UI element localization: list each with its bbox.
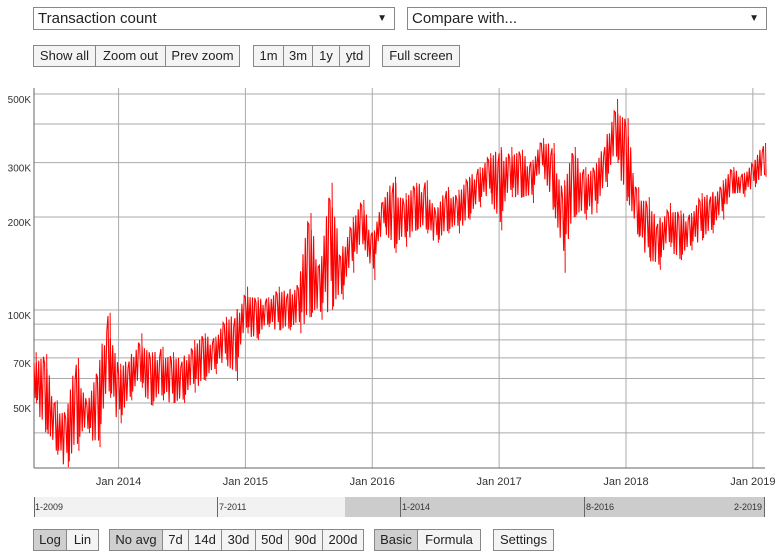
avg-30d-button[interactable]: 30d bbox=[222, 530, 256, 550]
navigator-unselected-range bbox=[34, 497, 345, 517]
navigator-label: 1-2009 bbox=[35, 502, 64, 512]
avg-200d-button[interactable]: 200d bbox=[323, 530, 363, 550]
metric-select[interactable]: Transaction count ▼ bbox=[33, 7, 395, 30]
avg-90d-button[interactable]: 90d bbox=[289, 530, 323, 550]
range-navigator[interactable]: 1-2009 7-2011 1-2014 8-2016 2-2019 bbox=[34, 497, 765, 517]
range-button-group: 1m 3m 1y ytd bbox=[253, 45, 370, 67]
y-tick-label: 100K bbox=[8, 311, 32, 322]
navigator-divider bbox=[764, 497, 765, 517]
formula-mode-button[interactable]: Formula bbox=[418, 530, 480, 550]
no-avg-button[interactable]: No avg bbox=[110, 530, 163, 550]
x-tick-label: Jan 2017 bbox=[477, 476, 522, 488]
show-all-button[interactable]: Show all bbox=[34, 46, 96, 66]
compare-select[interactable]: Compare with... ▼ bbox=[407, 7, 767, 30]
x-tick-label: Jan 2015 bbox=[223, 476, 268, 488]
y-tick-label: 200K bbox=[8, 218, 32, 229]
y-tick-label: 500K bbox=[8, 95, 32, 106]
zoom-out-button[interactable]: Zoom out bbox=[96, 46, 166, 66]
log-scale-button[interactable]: Log bbox=[34, 530, 67, 550]
average-button-group: No avg 7d 14d 30d 50d 90d 200d bbox=[109, 529, 364, 551]
x-tick-label: Jan 2019 bbox=[730, 476, 775, 488]
mode-button-group: Basic Formula bbox=[374, 529, 481, 551]
range-ytd-button[interactable]: ytd bbox=[340, 46, 369, 66]
range-1m-button[interactable]: 1m bbox=[254, 46, 284, 66]
zoom-button-group: Show all Zoom out Prev zoom bbox=[33, 45, 240, 67]
scale-button-group: Log Lin bbox=[33, 529, 99, 551]
fullscreen-group: Full screen bbox=[382, 45, 460, 67]
monthly-range-mark bbox=[765, 143, 767, 177]
basic-mode-button[interactable]: Basic bbox=[375, 530, 418, 550]
settings-group: Settings bbox=[493, 529, 554, 551]
navigator-divider bbox=[584, 497, 585, 517]
settings-button[interactable]: Settings bbox=[494, 530, 553, 550]
linear-scale-button[interactable]: Lin bbox=[67, 530, 98, 550]
compare-select-value: Compare with... bbox=[412, 10, 518, 27]
y-tick-label: 300K bbox=[8, 164, 32, 175]
x-tick-label: Jan 2016 bbox=[350, 476, 395, 488]
avg-14d-button[interactable]: 14d bbox=[189, 530, 222, 550]
range-1y-button[interactable]: 1y bbox=[313, 46, 340, 66]
prev-zoom-button[interactable]: Prev zoom bbox=[166, 46, 239, 66]
x-tick-label: Jan 2014 bbox=[96, 476, 141, 488]
navigator-label: 8-2016 bbox=[586, 502, 615, 512]
transaction-count-chart[interactable]: Jan 2014 Jan 2015 Jan 2016 Jan 2017 Jan 2018… bbox=[0, 67, 775, 497]
transaction-count-line bbox=[33, 109, 766, 465]
x-tick-label: Jan 2018 bbox=[603, 476, 648, 488]
y-tick-label: 70K bbox=[13, 359, 31, 370]
navigator-label: 1-2014 bbox=[402, 502, 431, 512]
y-tick-label: 50K bbox=[13, 404, 31, 415]
options-row: Log Lin No avg 7d 14d 30d 50d 90d 200d B… bbox=[33, 529, 775, 551]
metric-select-value: Transaction count bbox=[38, 10, 157, 27]
dropdown-arrow-icon: ▼ bbox=[377, 13, 387, 24]
avg-50d-button[interactable]: 50d bbox=[256, 530, 289, 550]
dropdown-arrow-icon: ▼ bbox=[749, 13, 759, 24]
range-3m-button[interactable]: 3m bbox=[284, 46, 313, 66]
navigator-divider bbox=[400, 497, 401, 517]
page: Transaction count ▼ Compare with... ▼ Sh… bbox=[0, 0, 775, 558]
navigator-label: 7-2011 bbox=[219, 502, 247, 512]
navigator-divider bbox=[217, 497, 218, 517]
avg-7d-button[interactable]: 7d bbox=[163, 530, 189, 550]
navigator-label: 2-2019 bbox=[733, 502, 762, 512]
full-screen-button[interactable]: Full screen bbox=[383, 46, 459, 66]
selector-row: Transaction count ▼ Compare with... ▼ bbox=[33, 7, 775, 30]
zoom-row: Show all Zoom out Prev zoom 1m 3m 1y ytd… bbox=[33, 45, 775, 67]
